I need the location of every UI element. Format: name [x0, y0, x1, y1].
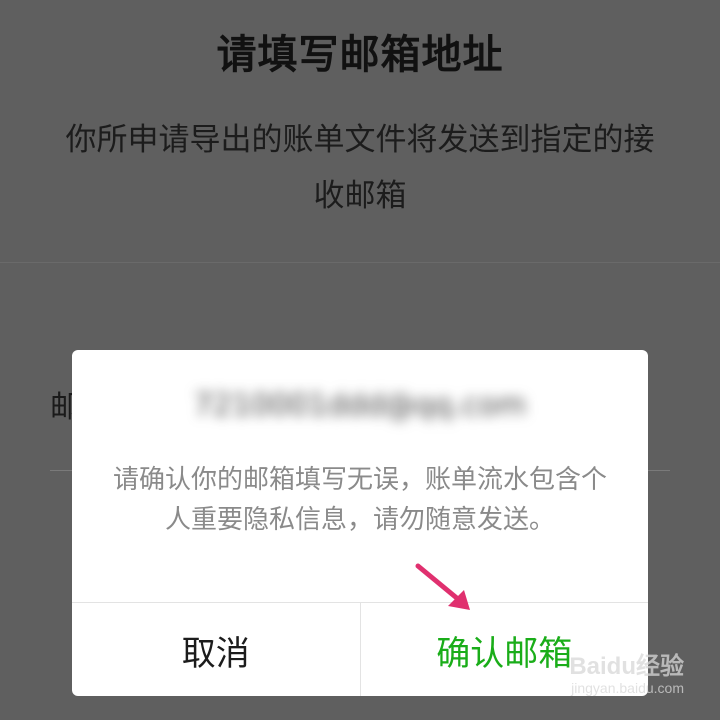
email-display: 7210001ddd@qq.com — [193, 388, 527, 423]
dialog-message: 请确认你的邮箱填写无误，账单流水包含个人重要隐私信息，请勿随意发送。 — [112, 465, 607, 535]
page-description: 你所申请导出的账单文件将发送到指定的接收邮箱 — [65, 122, 655, 214]
divider — [0, 262, 720, 263]
cancel-button[interactable]: 取消 — [72, 603, 361, 696]
confirm-dialog: 7210001ddd@qq.com 请确认你的邮箱填写无误，账单流水包含个人重要… — [72, 350, 648, 696]
arrow-icon — [415, 563, 470, 610]
page-title: 请填写邮箱地址 — [216, 32, 504, 78]
screen: 请填写邮箱地址 你所申请导出的账单文件将发送到指定的接收邮箱 邮 7210001… — [0, 0, 720, 720]
watermark-site: jingyan.baidu.com — [571, 680, 684, 696]
watermark-brand: Baidu经验 — [569, 653, 684, 680]
watermark: Baidu经验 jingyan.baidu.com — [534, 646, 684, 706]
